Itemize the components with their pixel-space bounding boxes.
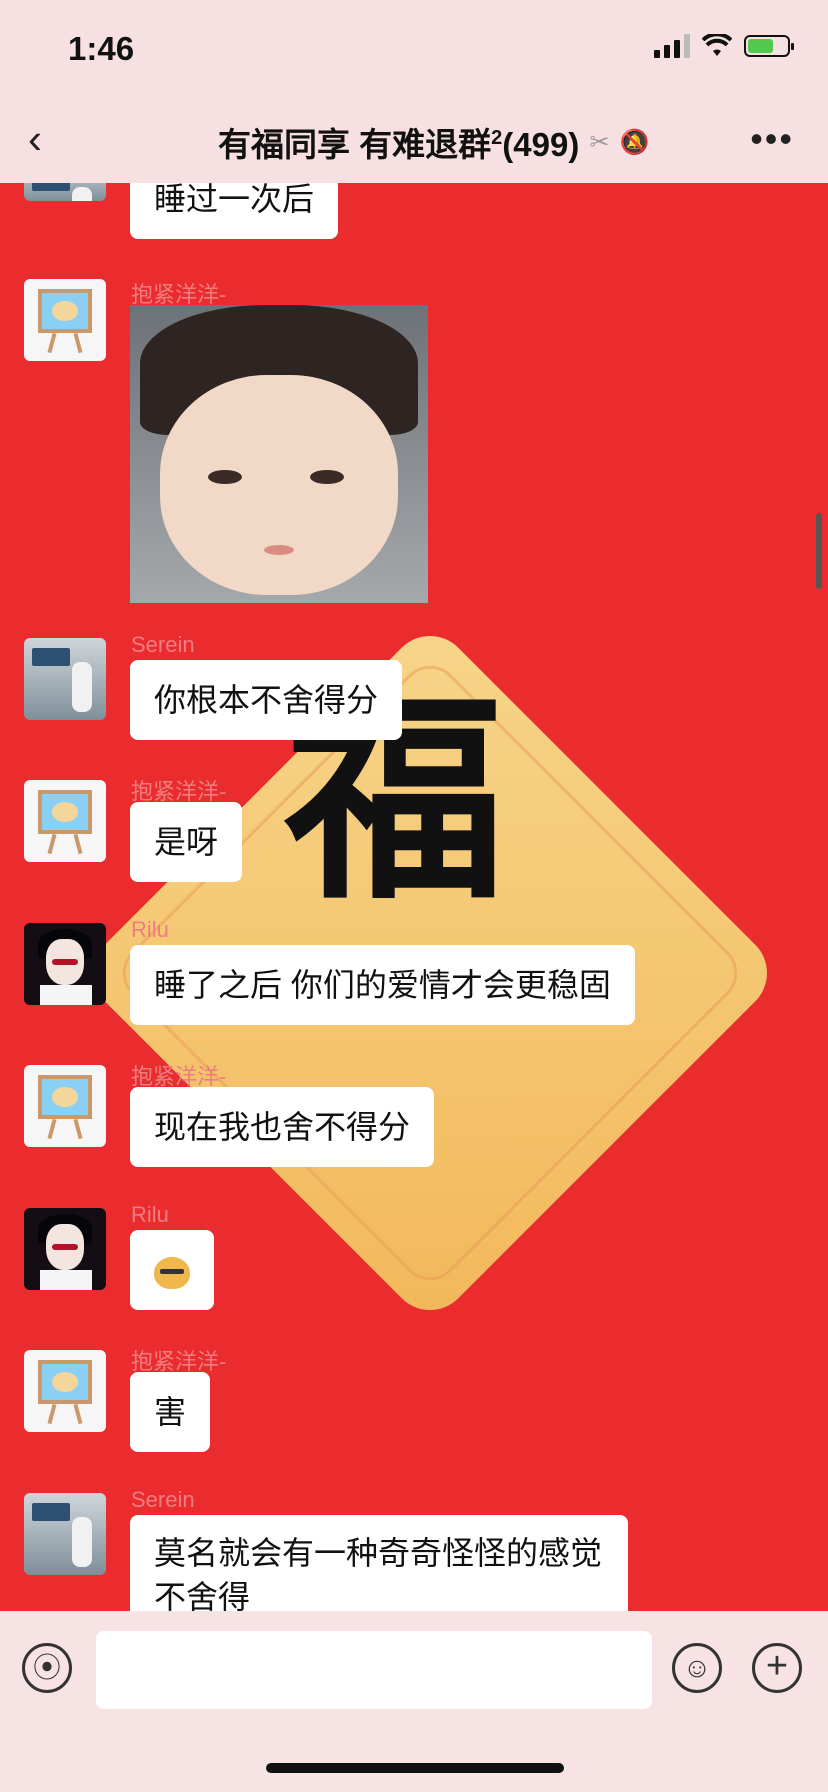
chat-title: 有福同享 有难退群2(499) (218, 126, 580, 163)
status-time: 1:46 (68, 30, 135, 67)
emoji-button[interactable]: ☺ (672, 1643, 722, 1693)
message-bubble[interactable]: 睡过一次后 (130, 183, 339, 239)
status-icons (654, 34, 794, 58)
home-indicator (266, 1763, 564, 1773)
sender-name: Rilu (131, 1202, 169, 1227)
sender-name: Rilu (131, 917, 169, 942)
avatar[interactable] (24, 923, 106, 1005)
message-bubble[interactable] (130, 1230, 214, 1310)
smiley-icon: ☺ (682, 1652, 712, 1683)
plus-icon: + (765, 1645, 789, 1687)
message-bubble[interactable]: 是呀 (130, 802, 243, 882)
doge-emoji-icon (154, 1256, 190, 1289)
chat-title-area[interactable]: 有福同享 有难退群2(499) ✂ 🔕 (218, 118, 649, 166)
avatar[interactable] (24, 780, 106, 862)
message-bubble[interactable]: 害 (130, 1372, 211, 1452)
chat-area[interactable]: 福 睡过一次后 抱紧洋洋- Serein 你根本不舍得分 抱紧洋洋- 是呀 Ri… (0, 183, 828, 1611)
sender-name: Serein (131, 632, 195, 657)
message-bubble[interactable]: 莫名就会有一种奇奇怪怪的感觉不舍得 (130, 1515, 628, 1611)
signal-icon (654, 34, 690, 58)
avatar[interactable] (24, 1065, 106, 1147)
top-bar: 1:46 ‹ 有福同享 有难退群2(499) ✂ 🔕 ••• (0, 0, 828, 183)
input-bar: ⦿ ☺ + (0, 1611, 828, 1792)
more-options-button[interactable]: ••• (750, 118, 794, 160)
avatar[interactable] (24, 1208, 106, 1290)
message-bubble[interactable]: 睡了之后 你们的爱情才会更稳固 (130, 945, 635, 1025)
message-input[interactable] (96, 1631, 652, 1709)
voice-button[interactable]: ⦿ (22, 1643, 72, 1693)
message-bubble[interactable]: 现在我也舍不得分 (130, 1087, 435, 1167)
scrollbar[interactable] (816, 513, 822, 589)
ear-icon: ✂ (589, 128, 610, 156)
message-bubble[interactable]: 你根本不舍得分 (130, 660, 403, 740)
wifi-icon (702, 34, 732, 56)
sender-name: Serein (131, 1487, 195, 1512)
battery-icon (744, 35, 794, 57)
avatar[interactable] (24, 1493, 106, 1575)
mute-bell-icon: 🔕 (619, 128, 650, 156)
more-actions-button[interactable]: + (752, 1643, 802, 1693)
back-button[interactable]: ‹ (28, 118, 42, 160)
message-image[interactable] (130, 305, 428, 603)
voice-icon: ⦿ (32, 1652, 61, 1683)
avatar[interactable] (24, 183, 106, 201)
avatar[interactable] (24, 638, 106, 720)
avatar[interactable] (24, 1350, 106, 1432)
avatar[interactable] (24, 279, 106, 361)
